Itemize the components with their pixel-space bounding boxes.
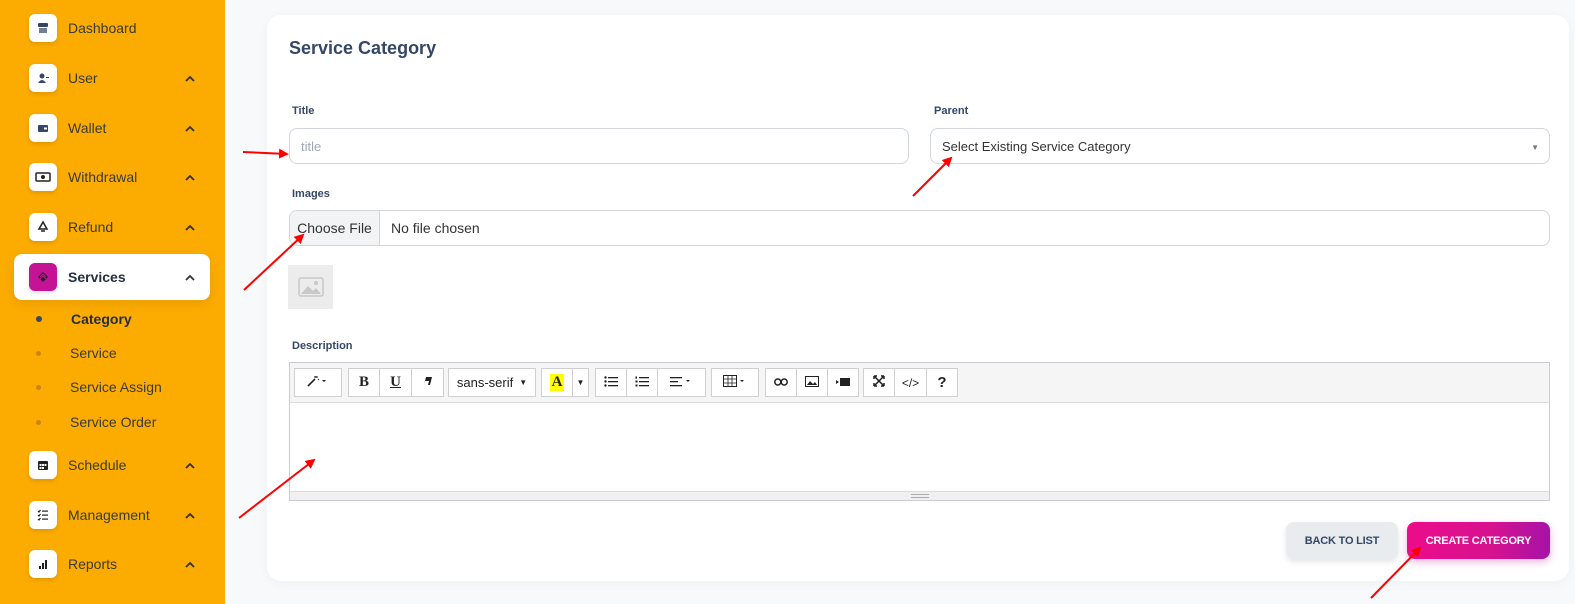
sidebar-subitem-service-order[interactable]: Service Order (36, 412, 156, 432)
sidebar-item-services[interactable]: Services (14, 254, 210, 300)
chevron-up-icon (182, 119, 198, 137)
bold-button[interactable]: B (348, 368, 380, 397)
sidebar-item-label: Reports (68, 556, 118, 572)
eraser-button[interactable] (411, 368, 444, 397)
images-label: Images (292, 188, 330, 200)
back-to-list-button[interactable]: BACK TO LIST (1286, 522, 1398, 559)
sidebar-subitem-label: Service (70, 345, 117, 361)
description-label: Description (292, 340, 353, 352)
image-icon (805, 375, 819, 390)
wallet-icon (29, 114, 57, 142)
sidebar-subitem-service-assign[interactable]: Service Assign (36, 377, 162, 397)
dropdown-arrow-icon: ▼ (1531, 143, 1539, 152)
choose-file-button[interactable]: Choose File (290, 211, 380, 245)
sidebar-item-label: Refund (68, 219, 114, 235)
calendar-icon (29, 451, 57, 479)
image-file-input[interactable]: Choose File No file chosen (289, 210, 1550, 246)
font-family-value: sans-serif (456, 375, 514, 390)
sidebar-item-label: Withdrawal (68, 169, 138, 185)
grip-icon (910, 493, 929, 498)
description-textarea[interactable] (290, 403, 1549, 491)
fullscreen-button[interactable] (863, 368, 895, 397)
bullet-icon (36, 350, 41, 356)
unordered-list-button[interactable] (595, 368, 627, 397)
chevron-up-icon (182, 555, 198, 573)
sidebar-subitem-label: Service Order (70, 414, 157, 430)
sidebar-subitem-label: Service Assign (70, 379, 162, 395)
ordered-list-button[interactable] (626, 368, 658, 397)
text-color-dropdown[interactable]: ▼ (572, 368, 589, 397)
sidebar-item-wallet[interactable]: Wallet (14, 105, 210, 151)
bullet-icon (36, 419, 41, 425)
sidebar-item-reports[interactable]: Reports (14, 541, 210, 587)
user-add-icon (29, 64, 57, 92)
text-color-button[interactable]: A (541, 368, 573, 397)
magic-wand-icon (307, 375, 329, 390)
chevron-up-icon (182, 506, 198, 524)
page-title: Service Category (289, 38, 437, 58)
underline-button[interactable]: U (379, 368, 412, 397)
sidebar-item-management[interactable]: Management (14, 492, 210, 538)
sidebar-subitem-service[interactable]: Service (36, 343, 117, 363)
link-button[interactable] (765, 368, 797, 397)
sidebar-item-label: Services (68, 269, 126, 285)
unordered-list-icon (604, 375, 618, 390)
paragraph-align-button[interactable] (657, 368, 706, 397)
sidebar-item-label: User (68, 70, 98, 86)
caret-down-icon: ▼ (519, 378, 528, 387)
fullscreen-icon (873, 375, 885, 390)
money-icon (29, 163, 57, 191)
sidebar-item-dashboard[interactable]: Dashboard (14, 5, 210, 51)
sidebar-item-label: Dashboard (68, 20, 137, 36)
chevron-up-icon (182, 268, 198, 286)
sidebar-item-user[interactable]: User (14, 55, 210, 101)
title-input[interactable]: title (289, 128, 909, 164)
sidebar-subitem-category[interactable]: Category (36, 309, 132, 329)
help-button[interactable]: ? (926, 368, 958, 397)
chevron-up-icon (182, 69, 198, 87)
video-icon (836, 375, 850, 390)
bullet-icon (36, 384, 41, 390)
title-label: Title (292, 105, 315, 117)
editor-resize-handle[interactable] (290, 491, 1549, 500)
sidebar-item-withdrawal[interactable]: Withdrawal (14, 154, 210, 200)
font-family-select[interactable]: sans-serif ▼ (448, 368, 536, 397)
file-status: No file chosen (391, 220, 480, 236)
ordered-list-icon (635, 375, 649, 390)
bar-chart-icon (29, 550, 57, 578)
create-category-button[interactable]: CREATE CATEGORY (1407, 522, 1550, 559)
insert-video-button[interactable] (827, 368, 859, 397)
recycle-icon (29, 213, 57, 241)
caret-down-icon: ▼ (576, 378, 585, 387)
sidebar: Dashboard User Wallet Withdrawal Refund (0, 0, 225, 604)
chevron-up-icon (182, 456, 198, 474)
image-placeholder-icon (288, 265, 333, 309)
eraser-icon (422, 375, 434, 390)
bullet-icon (36, 316, 42, 322)
table-icon (723, 375, 747, 390)
sidebar-item-label: Management (68, 507, 150, 523)
sidebar-item-label: Wallet (68, 120, 107, 136)
store-icon (29, 14, 57, 42)
table-button[interactable] (711, 368, 759, 397)
editor-toolbar: B U sans-serif ▼ A ▼ </> ? (290, 363, 1549, 403)
sidebar-subitem-label: Category (71, 311, 132, 327)
description-editor: B U sans-serif ▼ A ▼ </> ? (289, 362, 1550, 501)
insert-image-button[interactable] (796, 368, 828, 397)
sidebar-item-schedule[interactable]: Schedule (14, 442, 210, 488)
parent-select[interactable]: Select Existing Service Category ▼ (930, 128, 1550, 164)
text-color-icon: A (549, 374, 565, 391)
chevron-up-icon (182, 218, 198, 236)
layers-icon (29, 263, 57, 291)
link-icon (774, 375, 788, 390)
parent-label: Parent (934, 105, 969, 117)
parent-select-value: Select Existing Service Category (942, 138, 1131, 154)
magic-wand-button[interactable] (294, 368, 342, 397)
sidebar-item-refund[interactable]: Refund (14, 204, 210, 250)
align-left-icon (669, 375, 694, 390)
code-view-button[interactable]: </> (894, 368, 927, 397)
checklist-icon (29, 501, 57, 529)
chevron-up-icon (182, 168, 198, 186)
sidebar-item-label: Schedule (68, 457, 127, 473)
